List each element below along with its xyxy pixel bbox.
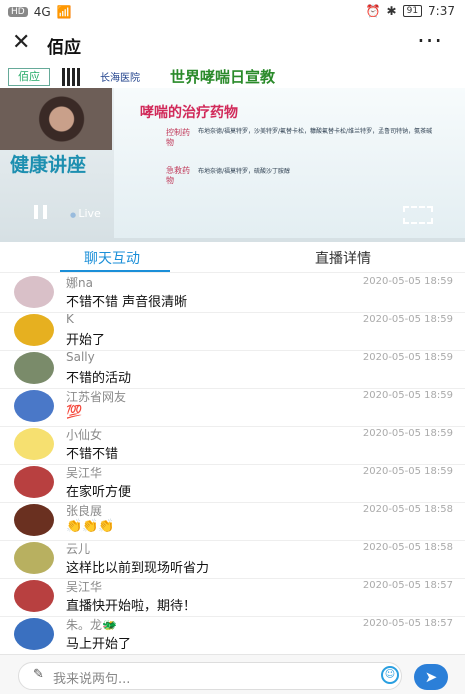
message-text: 不错不错 — [66, 447, 119, 462]
message-username: 小仙女 — [66, 428, 103, 442]
banner-hospital: 长海医院 — [100, 73, 140, 84]
close-icon[interactable]: ✕ — [12, 30, 30, 55]
chat-message: 吴江华直播快开始啦，期待！ 2020-05-05 18:57 — [0, 578, 465, 617]
avatar[interactable] — [14, 390, 54, 422]
message-username: Sally — [66, 350, 95, 364]
message-time: 2020-05-05 18:59 — [362, 314, 453, 325]
avatar[interactable] — [14, 618, 54, 650]
message-text: 👏👏👏 — [66, 519, 115, 534]
title-bar: ✕ 佰应 ··· — [0, 24, 465, 66]
qr-code-icon — [62, 68, 80, 86]
status-bar: HD 4G 📶 ⏰ ✱ 91 7:37 — [0, 0, 465, 24]
chat-feed[interactable]: 娜na 不错不错 声音很清晰 2020-05-05 18:59 K 开始了 2020-05… — [0, 272, 465, 654]
banner-title: 世界哮喘日宣教 — [170, 68, 276, 86]
send-button[interactable]: ➤ — [414, 664, 448, 690]
message-text: 开始了 — [66, 333, 106, 348]
tab-chat[interactable]: 聊天互动 — [84, 248, 140, 268]
send-icon: ➤ — [424, 668, 438, 686]
pause-icon[interactable] — [34, 205, 50, 219]
message-text: 在家听方便 — [66, 485, 132, 500]
live-label: Live — [70, 207, 100, 220]
chat-message: 张良展 👏👏👏 2020-05-05 18:58 — [0, 502, 465, 541]
message-username: K — [66, 312, 74, 326]
slide-text-control: 布地奈德/福莫特罗，沙美特罗/氟替卡松，糠酸氟替卡松/维兰特罗，孟鲁司特钠，氨茶… — [198, 128, 433, 135]
lecture-title: 健康讲座 — [10, 154, 87, 176]
avatar[interactable] — [14, 542, 54, 574]
more-icon[interactable]: ··· — [417, 27, 443, 55]
message-time: 2020-05-05 18:58 — [362, 542, 453, 553]
message-username: 吴江华 — [66, 580, 103, 594]
message-username: 江苏省网友 — [66, 390, 127, 404]
status-time: 7:37 — [428, 4, 455, 18]
message-text: 不错不错 声音很清晰 — [66, 295, 188, 310]
avatar[interactable] — [14, 276, 54, 308]
message-text: 直播快开始啦，期待！ — [66, 599, 197, 614]
message-time: 2020-05-05 18:59 — [362, 390, 453, 401]
chat-message: 吴江华在家听方便 2020-05-05 18:59 — [0, 464, 465, 503]
message-text: 不错的活动 — [66, 371, 132, 386]
avatar[interactable] — [14, 428, 54, 460]
fullscreen-icon[interactable] — [403, 206, 433, 224]
message-time: 2020-05-05 18:59 — [362, 466, 453, 477]
slide-title: 哮喘的治疗药物 — [140, 105, 238, 121]
bluetooth-icon: ✱ — [386, 4, 397, 18]
slide-text-rescue: 布地奈德/福莫特罗，硫酸沙丁胺醇 — [198, 168, 291, 175]
avatar[interactable] — [14, 580, 54, 612]
avatar[interactable] — [14, 504, 54, 536]
banner-logo: 佰应 — [8, 68, 50, 86]
chat-message: Sally 不错的活动 2020-05-05 18:59 — [0, 350, 465, 389]
video-banner: 佰应 长海医院 世界哮喘日宣教 — [0, 66, 465, 88]
slide-label-control: 控制药物 — [166, 128, 190, 147]
message-time: 2020-05-05 18:57 — [362, 580, 453, 591]
presenter-camera — [0, 88, 112, 150]
input-placeholder: 我来说两句... — [53, 672, 131, 687]
emoji-icon[interactable]: ☺ — [381, 666, 399, 684]
tab-details[interactable]: 直播详情 — [315, 248, 371, 268]
input-bar: ✎ 我来说两句... ☺ ➤ — [0, 654, 465, 694]
avatar[interactable] — [14, 352, 54, 384]
tab-bar: 聊天互动 直播详情 — [0, 242, 465, 273]
slide-label-rescue: 急救药物 — [166, 166, 190, 185]
message-text: 💯 — [66, 405, 83, 420]
network-badge: HD — [8, 7, 28, 17]
chat-message: 娜na 不错不错 声音很清晰 2020-05-05 18:59 — [0, 274, 465, 313]
alarm-icon: ⏰ — [365, 4, 381, 18]
pencil-icon: ✎ — [33, 667, 44, 682]
message-time: 2020-05-05 18:59 — [362, 428, 453, 439]
avatar[interactable] — [14, 466, 54, 498]
chat-message: 江苏省网友 💯 2020-05-05 18:59 — [0, 388, 465, 427]
message-username: 娜na — [66, 276, 93, 290]
chat-message: 小仙女不错不错 2020-05-05 18:59 — [0, 426, 465, 465]
message-text: 这样比以前到现场听省力 — [66, 561, 210, 576]
message-time: 2020-05-05 18:59 — [362, 352, 453, 363]
message-text: 马上开始了 — [66, 637, 132, 652]
avatar[interactable] — [14, 314, 54, 346]
app-title: 佰应 — [47, 38, 81, 58]
chat-message: K 开始了 2020-05-05 18:59 — [0, 312, 465, 351]
message-time: 2020-05-05 18:58 — [362, 504, 453, 515]
video-player[interactable]: 佰应 长海医院 世界哮喘日宣教 健康讲座 哮喘的治疗药物 控制药物 布地奈德/福… — [0, 66, 465, 242]
message-username: 张良展 — [66, 504, 103, 518]
signal-icon: 4G — [33, 5, 51, 19]
message-username: 云儿 — [66, 542, 91, 556]
message-time: 2020-05-05 18:57 — [362, 618, 453, 629]
message-username: 吴江华 — [66, 466, 103, 480]
comment-input[interactable]: ✎ 我来说两句... ☺ — [18, 662, 402, 690]
battery-icon: 91 — [402, 5, 423, 17]
wifi-icon: 📶 — [56, 5, 72, 19]
message-username: 朱。龙🐲 — [66, 618, 117, 632]
chat-message: 云儿这样比以前到现场听省力 2020-05-05 18:58 — [0, 540, 465, 579]
message-time: 2020-05-05 18:59 — [362, 276, 453, 287]
chat-message: 朱。龙🐲 马上开始了 2020-05-05 18:57 — [0, 616, 465, 654]
